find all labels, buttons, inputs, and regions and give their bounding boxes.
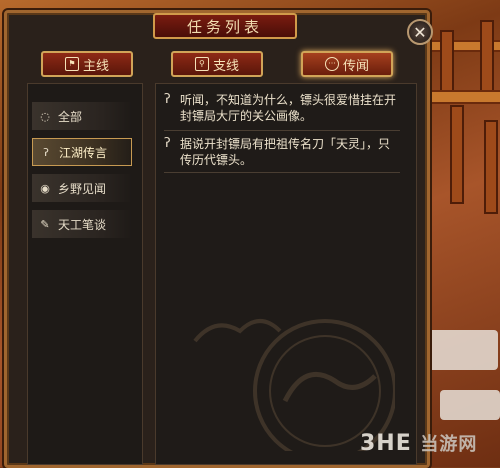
category-craft-notes[interactable]: ✎ 天工笔谈 bbox=[32, 210, 132, 238]
watermark-sitename: 当游网 bbox=[420, 434, 478, 455]
bridge-post bbox=[450, 105, 464, 204]
brush-icon: ✎ bbox=[40, 217, 50, 231]
tab-side-quest[interactable]: ⚲ 支线 bbox=[171, 51, 263, 77]
list-item: ʔ 据说开封镖局有把祖传名刀「天灵」，只传历代镖头。 bbox=[164, 136, 400, 168]
flag-icon: ⚑ bbox=[64, 57, 79, 71]
tab-main-quest[interactable]: ⚑ 主线 bbox=[41, 51, 133, 77]
snow-patch bbox=[428, 330, 498, 370]
divider bbox=[164, 130, 400, 131]
site-watermark: 3HE 当游网 bbox=[360, 430, 477, 456]
ear-icon: ʔ bbox=[164, 136, 171, 151]
category-label: 乡野见闻 bbox=[58, 181, 107, 196]
speech-icon: ◌ bbox=[40, 109, 50, 123]
close-icon: ✕ bbox=[413, 22, 427, 42]
category-list: ◌ 全部 ʔ 江湖传言 ◉ 乡野见闻 ✎ 天工笔谈 bbox=[27, 83, 230, 465]
category-label: 天工笔谈 bbox=[58, 217, 107, 232]
category-jianghu-rumors[interactable]: ʔ 江湖传言 bbox=[32, 138, 132, 166]
bridge-post bbox=[440, 30, 454, 94]
tab-label: 支线 bbox=[212, 58, 239, 74]
bridge-rail bbox=[428, 90, 500, 104]
ear-icon: ʔ bbox=[164, 92, 171, 107]
category-label: 江湖传言 bbox=[59, 145, 108, 160]
window-title: 任务列表 bbox=[153, 13, 297, 39]
tab-rumors[interactable]: ··· 传闻 bbox=[301, 51, 393, 77]
bridge-post bbox=[480, 20, 494, 94]
speech-icon: ··· bbox=[324, 57, 339, 71]
quest-list-window: 任务列表 ⚑ 主线 ⚲ 支线 ··· 传闻 ◌ 全部 ʔ 江湖传言 ◉ 乡野见闻… bbox=[4, 10, 433, 468]
close-button[interactable]: ✕ bbox=[407, 19, 433, 45]
category-all[interactable]: ◌ 全部 bbox=[32, 102, 132, 130]
snow-patch bbox=[440, 390, 500, 420]
eye-icon: ◉ bbox=[40, 181, 50, 195]
dragon-emblem bbox=[193, 319, 395, 451]
tab-label: 传闻 bbox=[342, 58, 369, 74]
bridge-post bbox=[484, 120, 498, 214]
divider bbox=[164, 172, 400, 173]
category-countryside-news[interactable]: ◉ 乡野见闻 bbox=[32, 174, 132, 202]
category-label: 全部 bbox=[58, 109, 83, 124]
list-item: ʔ 听闻，不知道为什么，镖头很爱惜挂在开封镖局大厅的关公画像。 bbox=[164, 92, 400, 124]
rumor-text: 据说开封镖局有把祖传名刀「天灵」，只传历代镖头。 bbox=[180, 137, 391, 167]
ear-icon: ʔ bbox=[43, 145, 49, 159]
watermark-logo: 3HE bbox=[360, 431, 412, 456]
tab-label: 主线 bbox=[82, 58, 109, 74]
rumor-text: 听闻，不知道为什么，镖头很爱惜挂在开封镖局大厅的关公画像。 bbox=[180, 93, 397, 123]
search-icon: ⚲ bbox=[194, 57, 209, 71]
